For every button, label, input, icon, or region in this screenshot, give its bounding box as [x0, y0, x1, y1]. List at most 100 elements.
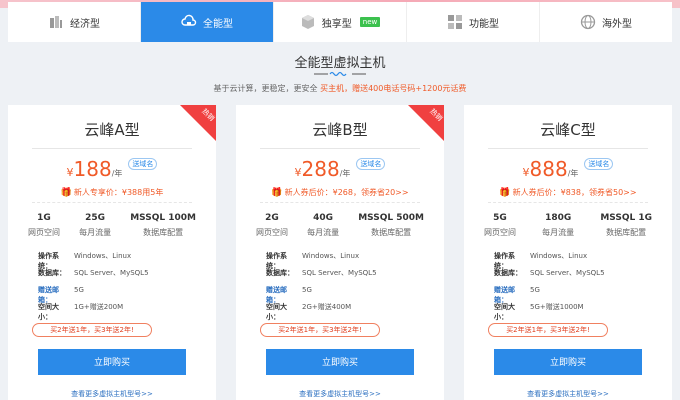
spec-label: 网页空间 — [484, 228, 516, 237]
currency: ¥ — [294, 166, 302, 179]
gift-icon: 🎁 — [60, 188, 72, 198]
buy-now-button[interactable]: 立即购买 — [494, 349, 642, 375]
detail-row: 操作系统： Windows、Linux — [494, 251, 605, 270]
divider — [260, 202, 420, 203]
tab-economy[interactable]: 经济型 — [8, 2, 141, 42]
spec-item: MSSQL 500M 数据库配置 — [358, 213, 424, 238]
divider — [488, 148, 648, 149]
domain-badge: 送域名 — [128, 158, 158, 170]
more-models-link[interactable]: 查看更多虚拟主机型号>> — [464, 389, 672, 399]
detail-value: 5G+赠送1000M — [530, 303, 584, 311]
detail-value: Windows、Linux — [302, 252, 360, 260]
detail-key: 数据库： — [266, 269, 294, 277]
spec-value: 180G — [545, 213, 572, 223]
spec-value: 1G — [37, 213, 51, 223]
domain-badge: 送域名 — [356, 158, 386, 170]
detail-row: 赠送邮箱： 5G — [266, 285, 377, 304]
more-models-link[interactable]: 查看更多虚拟主机型号>> — [236, 389, 444, 399]
spec-value: MSSQL 100M — [130, 213, 196, 223]
detail-list: 操作系统： Windows、Linux 数据库： SQL Server、MySQL5… — [494, 251, 605, 321]
subtitle-plain: 基于云计算，更稳定，更安全 — [213, 84, 321, 93]
divider — [32, 148, 192, 149]
promo-link[interactable]: 🎁 新人券后价：¥268，领券省20>> — [236, 187, 444, 198]
detail-row: 空间大小： 1G+赠送200M — [38, 302, 149, 321]
detail-row: 数据库： SQL Server、MySQL5 — [266, 268, 377, 285]
section-title: 全能型虚拟主机 — [294, 56, 386, 71]
tab-all-round[interactable]: 全能型 — [141, 2, 274, 42]
detail-row: 数据库： SQL Server、MySQL5 — [38, 268, 149, 285]
detail-row: 空间大小： 5G+赠送1000M — [494, 302, 605, 321]
spec-label: 网页空间 — [256, 228, 288, 237]
promo-text: 新人券后价：¥268，领券省20>> — [284, 188, 409, 197]
cloud-box-icon — [181, 14, 197, 26]
spec-item: 5G 网页空间 — [484, 213, 516, 238]
spec-item: 40G 每月流量 — [307, 213, 339, 238]
detail-row: 操作系统： Windows、Linux — [38, 251, 149, 270]
promo-link[interactable]: 🎁 新人券后价：¥838，领券省50>> — [464, 187, 672, 198]
spec-value: 5G — [493, 213, 507, 223]
offer-pill: 买2年送1年，买3年送2年! — [260, 323, 380, 337]
plan-title: 云峰A型 — [84, 121, 140, 139]
detail-value: Windows、Linux — [530, 252, 588, 260]
gift-icon: 🎁 — [271, 188, 283, 198]
detail-value: SQL Server、MySQL5 — [530, 269, 605, 277]
detail-row: 空间大小： 2G+赠送400M — [266, 302, 377, 321]
spec-label: 数据库配置 — [143, 228, 184, 237]
wave-divider-icon — [314, 71, 366, 77]
spec-item: 2G 网页空间 — [256, 213, 288, 238]
spec-item: 180G 每月流量 — [542, 213, 574, 238]
spec-label: 数据库配置 — [371, 228, 412, 237]
server-icon — [50, 16, 62, 28]
detail-value: 2G+赠送400M — [302, 303, 352, 311]
detail-key: 数据库： — [494, 269, 522, 277]
tab-overseas[interactable]: 海外型 — [540, 2, 672, 42]
spec-item: 25G 每月流量 — [79, 213, 111, 238]
spec-value: MSSQL 500M — [358, 213, 424, 223]
detail-key: 赠送邮箱： — [38, 286, 59, 304]
detail-value: 5G — [302, 286, 312, 294]
tab-label: 海外型 — [602, 18, 632, 30]
detail-row: 操作系统： Windows、Linux — [266, 251, 377, 270]
subtitle-highlight: 买主机，赠送400电话号码+1200元话费 — [320, 84, 467, 93]
divider — [488, 202, 648, 203]
more-models-link[interactable]: 查看更多虚拟主机型号>> — [8, 389, 216, 399]
divider — [260, 148, 420, 149]
spec-item: MSSQL 1G 数据库配置 — [600, 213, 652, 238]
buy-now-button[interactable]: 立即购买 — [38, 349, 186, 375]
spec-label: 数据库配置 — [606, 228, 647, 237]
spec-item: MSSQL 100M 数据库配置 — [130, 213, 196, 238]
detail-key: 空间大小： — [494, 303, 515, 321]
domain-badge: 送域名 — [584, 158, 614, 170]
price: ¥888/年送域名 — [464, 157, 672, 181]
price-unit: /年 — [339, 169, 351, 178]
plan-title: 云峰C型 — [540, 121, 596, 139]
detail-key: 操作系统： — [38, 252, 59, 270]
offer-pill: 买2年送1年，买3年送2年! — [488, 323, 608, 337]
buy-now-button[interactable]: 立即购买 — [266, 349, 414, 375]
spec-item: 1G 网页空间 — [28, 213, 60, 238]
detail-row: 赠送邮箱： 5G — [494, 285, 605, 304]
promo-text: 新人券后价：¥838，领券省50>> — [512, 188, 637, 197]
tab-label: 经济型 — [70, 18, 100, 30]
plan-card-a: 热销 云峰A型 ¥188/年送域名 🎁 新人专享价：¥388用5年 1G 网页空间 … — [8, 105, 216, 400]
plan-card-b: 热销 云峰B型 ¥288/年送域名 🎁 新人券后价：¥268，领券省20>> 2G… — [236, 105, 444, 400]
spec-row: 2G 网页空间 40G 每月流量 MSSQL 500M 数据库配置 — [256, 213, 424, 238]
product-tabs: 经济型 全能型 独享型 new 功能型 海外型 — [8, 2, 672, 42]
detail-key: 数据库： — [38, 269, 66, 277]
detail-key: 赠送邮箱： — [494, 286, 515, 304]
tab-exclusive[interactable]: 独享型 new — [274, 2, 407, 42]
spec-value: 40G — [313, 213, 334, 223]
price: ¥188/年送域名 — [8, 157, 216, 181]
globe-icon — [580, 14, 596, 30]
tab-functional[interactable]: 功能型 — [407, 2, 540, 42]
offer-pill: 买2年送1年，买3年送2年! — [32, 323, 152, 337]
detail-key: 操作系统： — [266, 252, 287, 270]
plan-card-c: 云峰C型 ¥888/年送域名 🎁 新人券后价：¥838，领券省50>> 5G 网页空… — [464, 105, 672, 400]
promo-link[interactable]: 🎁 新人专享价：¥388用5年 — [8, 187, 216, 198]
spec-label: 网页空间 — [28, 228, 60, 237]
spec-row: 1G 网页空间 25G 每月流量 MSSQL 100M 数据库配置 — [28, 213, 196, 238]
price-unit: /年 — [111, 169, 123, 178]
detail-value: 5G — [74, 286, 84, 294]
detail-value: SQL Server、MySQL5 — [74, 269, 149, 277]
currency: ¥ — [522, 166, 530, 179]
